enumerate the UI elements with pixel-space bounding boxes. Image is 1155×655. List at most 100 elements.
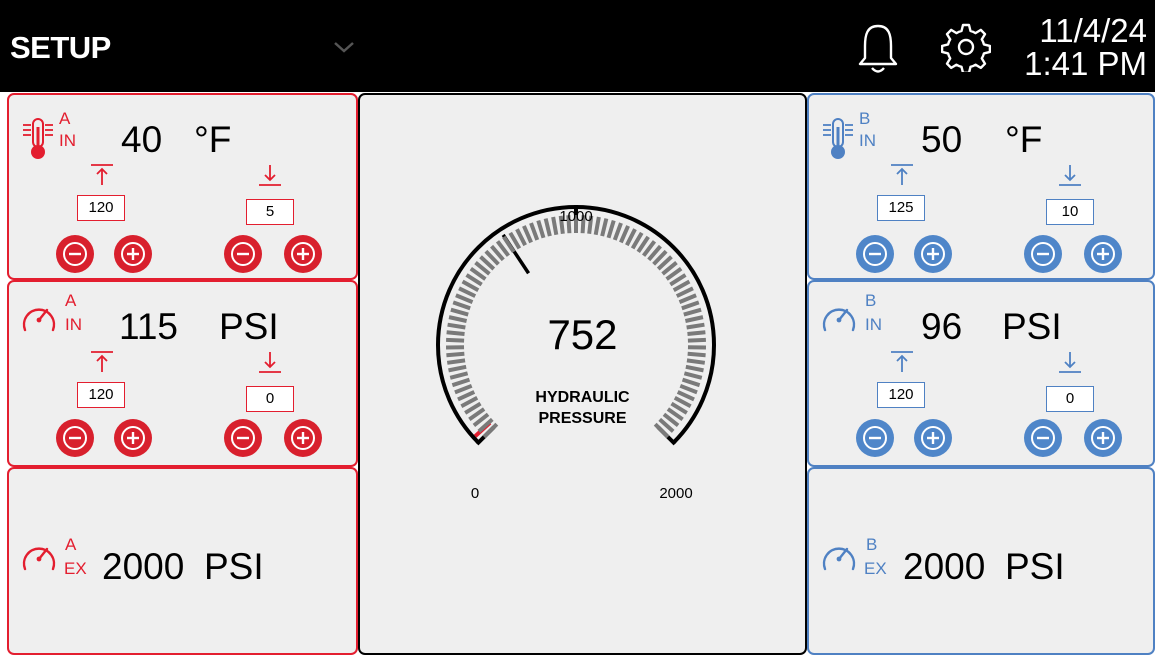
- pressure-reading: 96: [921, 306, 962, 348]
- channel-label: A: [59, 109, 70, 129]
- gauge-tick: [683, 380, 700, 386]
- gauge-tick: [447, 360, 465, 362]
- high-limit-decrease-button[interactable]: [856, 235, 894, 273]
- port-label: IN: [59, 131, 76, 151]
- high-limit-field[interactable]: 120: [877, 382, 925, 408]
- high-limit-arrow-icon: [89, 350, 115, 379]
- plus-icon: [284, 419, 322, 457]
- gauge-tick: [621, 226, 628, 242]
- gauge-tick: [453, 302, 470, 308]
- high-limit-decrease-button[interactable]: [56, 419, 94, 457]
- gauge-mid-label: 1000: [559, 208, 592, 225]
- gauge-tick: [609, 221, 614, 238]
- hydraulic-pressure-gauge: 1000 0 2000: [360, 95, 805, 653]
- high-limit-increase-button[interactable]: [914, 235, 952, 273]
- high-limit-increase-button[interactable]: [914, 419, 952, 457]
- low-limit-increase-button[interactable]: [1084, 235, 1122, 273]
- gauge-tick: [602, 219, 606, 237]
- minus-icon: [1024, 419, 1062, 457]
- pressure-unit: PSI: [219, 306, 279, 348]
- gauge-tick: [531, 223, 537, 240]
- low-limit-field[interactable]: 5: [246, 199, 294, 225]
- pressure-reading: 2000: [903, 546, 985, 588]
- low-limit-arrow-icon: [257, 350, 283, 379]
- gear-icon[interactable]: [941, 22, 991, 77]
- plus-icon: [114, 419, 152, 457]
- channel-a-temperature-card: A IN 40 °F 120 5: [7, 93, 358, 280]
- low-limit-field[interactable]: 10: [1046, 199, 1094, 225]
- gauge-tick: [615, 223, 621, 240]
- pressure-reading: 115: [119, 306, 178, 348]
- port-label: IN: [859, 131, 876, 151]
- gauge-tick: [596, 217, 599, 235]
- hydraulic-pressure-panel: 1000 0 2000 752 HYDRAULIC PRESSURE: [358, 93, 807, 655]
- high-limit-field[interactable]: 120: [77, 195, 125, 221]
- low-limit-decrease-button[interactable]: [1024, 419, 1062, 457]
- pressure-reading: 2000: [102, 546, 184, 588]
- high-limit-arrow-icon: [889, 350, 915, 379]
- plus-icon: [1084, 235, 1122, 273]
- mode-label: SETUP: [10, 30, 111, 66]
- port-label: EX: [64, 559, 87, 579]
- low-limit-decrease-button[interactable]: [1024, 235, 1062, 273]
- channel-label: B: [859, 109, 870, 129]
- minus-icon: [856, 235, 894, 273]
- pressure-gauge-icon: [819, 539, 859, 578]
- gauge-tick: [553, 217, 556, 235]
- pressure-unit: PSI: [1005, 546, 1065, 588]
- gauge-tick: [679, 295, 696, 302]
- gauge-tick: [452, 380, 469, 386]
- gauge-max-label: 2000: [659, 485, 692, 502]
- low-limit-field[interactable]: 0: [246, 386, 294, 412]
- mode-dropdown[interactable]: SETUP: [10, 24, 360, 70]
- thermometer-icon: [821, 115, 855, 166]
- plus-icon: [914, 235, 952, 273]
- plus-icon: [284, 235, 322, 273]
- bell-icon[interactable]: [858, 22, 898, 79]
- gauge-tick: [524, 226, 531, 242]
- channel-label: B: [865, 291, 876, 311]
- high-limit-decrease-button[interactable]: [56, 235, 94, 273]
- low-limit-increase-button[interactable]: [284, 235, 322, 273]
- chevron-down-icon: [332, 40, 356, 59]
- pressure-unit: PSI: [204, 546, 264, 588]
- low-limit-arrow-icon: [257, 163, 283, 192]
- channel-b-pressure-ex-card: B EX 2000 PSI: [807, 467, 1155, 655]
- channel-b-temperature-card: B IN 50 °F 125 10: [807, 93, 1155, 280]
- channel-b-pressure-in-card: B IN 96 PSI 120 0: [807, 280, 1155, 467]
- minus-icon: [1024, 235, 1062, 273]
- temperature-unit: °F: [1005, 119, 1042, 161]
- minus-icon: [56, 235, 94, 273]
- gauge-tick: [687, 360, 705, 362]
- channel-a-pressure-in-card: A IN 115 PSI 120 0: [7, 280, 358, 467]
- gauge-tick: [682, 302, 699, 308]
- gauge-title: HYDRAULIC PRESSURE: [360, 387, 805, 429]
- low-limit-increase-button[interactable]: [1084, 419, 1122, 457]
- low-limit-decrease-button[interactable]: [224, 235, 262, 273]
- high-limit-field[interactable]: 120: [77, 382, 125, 408]
- high-limit-arrow-icon: [89, 163, 115, 192]
- hydraulic-pressure-reading: 752: [360, 311, 805, 359]
- channel-a-pressure-ex-card: A EX 2000 PSI: [7, 467, 358, 655]
- temperature-reading: 50: [921, 119, 962, 161]
- top-bar: SETUP 11/4/24 1:41 PM: [0, 0, 1155, 92]
- thermometer-icon: [21, 115, 55, 166]
- high-limit-decrease-button[interactable]: [856, 419, 894, 457]
- date-text: 11/4/24: [1024, 14, 1147, 47]
- gauge-tick: [686, 367, 704, 371]
- minus-icon: [56, 419, 94, 457]
- minus-icon: [224, 419, 262, 457]
- channel-label: B: [866, 535, 877, 555]
- gauge-tick: [538, 221, 543, 238]
- channel-label: A: [65, 291, 76, 311]
- pressure-unit: PSI: [1002, 306, 1062, 348]
- gauge-tick: [546, 219, 550, 237]
- gauge-min-label: 0: [471, 485, 479, 502]
- high-limit-field[interactable]: 125: [877, 195, 925, 221]
- low-limit-field[interactable]: 0: [1046, 386, 1094, 412]
- low-limit-decrease-button[interactable]: [224, 419, 262, 457]
- high-limit-increase-button[interactable]: [114, 419, 152, 457]
- minus-icon: [224, 235, 262, 273]
- high-limit-increase-button[interactable]: [114, 235, 152, 273]
- low-limit-increase-button[interactable]: [284, 419, 322, 457]
